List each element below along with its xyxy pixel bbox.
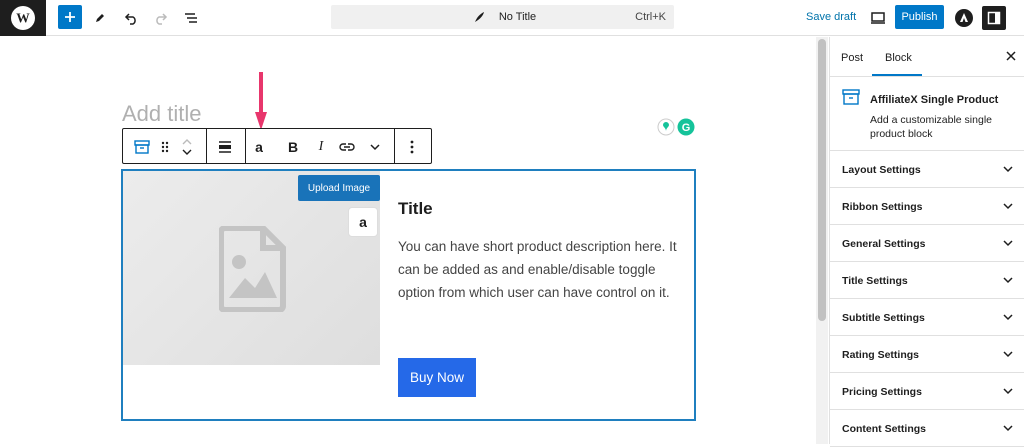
- bold-button[interactable]: B: [283, 137, 303, 157]
- chevron-down-icon: [370, 144, 380, 151]
- tools-button[interactable]: [88, 6, 112, 30]
- amazon-button[interactable]: a: [249, 137, 269, 157]
- panel-ribbon-settings[interactable]: Ribbon Settings: [830, 188, 1024, 225]
- panel-label: Ribbon Settings: [842, 201, 923, 213]
- preview-button[interactable]: [866, 6, 890, 30]
- panel-title-settings[interactable]: Title Settings: [830, 262, 1024, 299]
- desktop-preview-icon: [871, 12, 885, 24]
- italic-button[interactable]: I: [311, 137, 331, 157]
- settings-sidebar: Post Block AffiliateX Single Product Add…: [829, 37, 1024, 447]
- wordpress-logo-circle: W: [11, 6, 35, 30]
- product-title[interactable]: Title: [398, 199, 433, 219]
- archive-box-icon: [842, 89, 860, 105]
- panel-label: General Settings: [842, 238, 926, 250]
- top-toolbar: W No Title Ctrl+K Save draft Publish: [0, 0, 1024, 36]
- link-icon: [339, 143, 355, 151]
- chevron-up-down-icon: [182, 139, 192, 155]
- sidebar-tabs: Post Block: [830, 37, 1024, 77]
- redo-icon: [156, 13, 168, 25]
- undo-icon: [124, 13, 136, 25]
- panel-pricing-settings[interactable]: Pricing Settings: [830, 373, 1024, 410]
- block-type-button[interactable]: [132, 137, 152, 157]
- panel-rating-settings[interactable]: Rating Settings: [830, 336, 1024, 373]
- publish-button[interactable]: Publish: [895, 5, 944, 29]
- close-icon[interactable]: [1006, 51, 1016, 61]
- block-description: Add a customizable single product block: [870, 114, 992, 140]
- amazon-icon: a: [255, 139, 263, 155]
- astra-logo-icon: [955, 9, 973, 27]
- upload-image-button[interactable]: Upload Image: [298, 175, 380, 201]
- image-placeholder-icon: [219, 226, 286, 312]
- post-title-placeholder[interactable]: Add title: [122, 101, 202, 127]
- amazon-badge-icon: a: [348, 207, 378, 237]
- block-toolbar: a B I: [122, 128, 432, 164]
- align-wide-icon: [219, 141, 231, 153]
- list-view-icon: [185, 13, 197, 23]
- chevron-down-icon: [1003, 277, 1013, 284]
- chevron-down-icon: [1003, 240, 1013, 247]
- active-tab-indicator: [872, 74, 922, 76]
- save-draft-button[interactable]: Save draft: [806, 11, 856, 23]
- toolbar-divider: [245, 129, 246, 163]
- drag-dots-icon: [161, 141, 169, 153]
- tab-post[interactable]: Post: [841, 52, 863, 64]
- chevron-down-icon: [1003, 166, 1013, 173]
- wordpress-logo-icon[interactable]: W: [0, 0, 46, 36]
- product-description[interactable]: You can have short product description h…: [398, 235, 683, 304]
- toolbar-divider: [394, 129, 395, 163]
- chevron-down-icon: [1003, 351, 1013, 358]
- panel-label: Rating Settings: [842, 349, 920, 361]
- block-name: AffiliateX Single Product: [870, 94, 999, 106]
- panel-label: Layout Settings: [842, 164, 921, 176]
- astra-button[interactable]: [952, 6, 976, 30]
- panel-general-settings[interactable]: General Settings: [830, 225, 1024, 262]
- panel-subtitle-settings[interactable]: Subtitle Settings: [830, 299, 1024, 336]
- archive-box-icon: [134, 140, 150, 154]
- plus-icon: [65, 12, 75, 22]
- scrollbar-thumb[interactable]: [818, 39, 826, 321]
- more-formatting-button[interactable]: [365, 137, 385, 157]
- options-button[interactable]: [402, 137, 422, 157]
- link-button[interactable]: [337, 137, 357, 157]
- chevron-down-icon: [1003, 203, 1013, 210]
- document-overview-button[interactable]: [179, 6, 203, 30]
- settings-sidebar-toggle[interactable]: [982, 6, 1006, 30]
- redo-button[interactable]: [149, 6, 173, 30]
- svg-text:G: G: [682, 122, 691, 134]
- undo-button[interactable]: [119, 6, 143, 30]
- chevron-down-icon: [1003, 425, 1013, 432]
- panel-label: Subtitle Settings: [842, 312, 925, 324]
- amazon-badge-label: a: [359, 214, 367, 230]
- single-product-block[interactable]: Upload Image a Title You can have short …: [121, 169, 696, 421]
- highlight-arrow-icon: [255, 72, 267, 130]
- command-palette-bar[interactable]: No Title Ctrl+K: [331, 5, 674, 29]
- block-info-card: AffiliateX Single Product Add a customiz…: [830, 77, 1024, 151]
- more-vertical-icon: [410, 140, 414, 154]
- sidebar-icon: [987, 11, 1001, 25]
- tab-block[interactable]: Block: [885, 52, 912, 64]
- chevron-down-icon: [1003, 314, 1013, 321]
- panel-label: Title Settings: [842, 275, 908, 287]
- panel-label: Pricing Settings: [842, 386, 922, 398]
- canvas-scrollbar[interactable]: [816, 37, 828, 444]
- svg-text:W: W: [16, 11, 30, 26]
- panel-layout-settings[interactable]: Layout Settings: [830, 151, 1024, 188]
- shortcut-hint: Ctrl+K: [635, 11, 666, 23]
- pen-icon: [96, 14, 104, 22]
- drag-handle[interactable]: [155, 137, 175, 157]
- panel-label: Content Settings: [842, 423, 926, 435]
- chevron-down-icon: [1003, 388, 1013, 395]
- document-title: No Title: [498, 11, 537, 23]
- align-button[interactable]: [215, 137, 235, 157]
- grammarly-widget[interactable]: G: [657, 117, 697, 137]
- buy-now-button[interactable]: Buy Now: [398, 358, 476, 397]
- toolbar-divider: [206, 129, 207, 163]
- panel-content-settings[interactable]: Content Settings: [830, 410, 1024, 447]
- add-block-button[interactable]: [58, 5, 82, 29]
- move-up-down-button[interactable]: [177, 137, 197, 157]
